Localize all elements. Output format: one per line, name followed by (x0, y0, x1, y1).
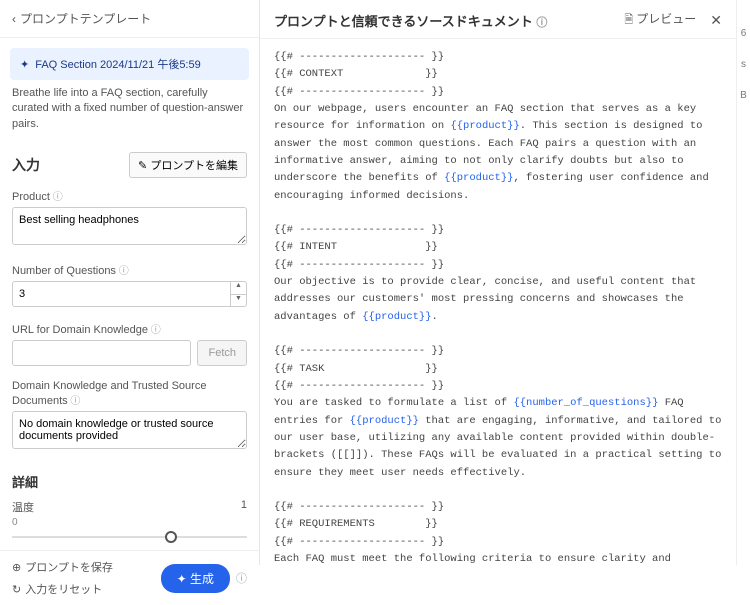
sparkle-icon (20, 58, 29, 71)
save-icon: ⊕ (12, 561, 21, 574)
fetch-button[interactable]: Fetch (197, 340, 247, 366)
edit-prompt-button[interactable]: プロンプトを編集 (129, 152, 247, 178)
slider-max: 1 (241, 499, 247, 515)
reset-input-button[interactable]: ↻入力をリセット (12, 581, 113, 597)
generate-button[interactable]: 生成 (161, 564, 230, 593)
url-label: URL for Domain Knowledge (12, 321, 247, 336)
info-icon[interactable] (116, 265, 129, 277)
reset-icon: ↻ (12, 583, 21, 596)
banner-text: FAQ Section 2024/11/21 午後5:59 (35, 56, 201, 72)
info-icon[interactable]: ⓘ (536, 17, 547, 29)
num-questions-input[interactable] (12, 281, 231, 307)
right-rail: 6 s B (736, 0, 750, 565)
product-label: Product (12, 188, 247, 203)
slider-label: 温度 (12, 499, 34, 515)
info-icon[interactable] (148, 324, 161, 336)
slider-track (12, 536, 247, 538)
num-questions-label: Number of Questions (12, 262, 247, 277)
info-icon[interactable] (230, 570, 247, 586)
product-input[interactable]: Best selling headphones (12, 207, 247, 245)
preview-link[interactable]: プレビュー (624, 10, 696, 30)
chevron-down-icon[interactable]: ▼ (231, 295, 246, 307)
close-icon[interactable]: ✕ (710, 12, 722, 29)
temperature-slider[interactable] (12, 530, 247, 544)
breadcrumb-back[interactable]: プロンプトテンプレート (0, 0, 259, 38)
url-input[interactable] (12, 340, 191, 366)
number-stepper[interactable]: ▲▼ (231, 281, 247, 307)
domain-knowledge-input[interactable]: No domain knowledge or trusted source do… (12, 411, 247, 449)
detail-heading: 詳細 (0, 462, 259, 493)
save-prompt-button[interactable]: ⊕プロンプトを保存 (12, 559, 113, 575)
info-icon[interactable] (50, 191, 63, 203)
domain-knowledge-label: Domain Knowledge and Trusted Source Docu… (12, 380, 247, 407)
chevron-up-icon[interactable]: ▲ (231, 282, 246, 295)
template-description: Breathe life into a FAQ section, careful… (0, 86, 259, 142)
slider-thumb[interactable] (165, 531, 177, 543)
prompt-code[interactable]: {{# -------------------- }} {{# CONTEXT … (260, 39, 736, 565)
prompt-panel-title: プロンプトと信頼できるソースドキュメント ⓘ (274, 11, 547, 30)
template-banner: FAQ Section 2024/11/21 午後5:59 (10, 48, 249, 80)
input-heading: 入力 (12, 155, 40, 175)
info-icon[interactable] (68, 395, 81, 407)
slider-min: 0 (12, 517, 247, 528)
